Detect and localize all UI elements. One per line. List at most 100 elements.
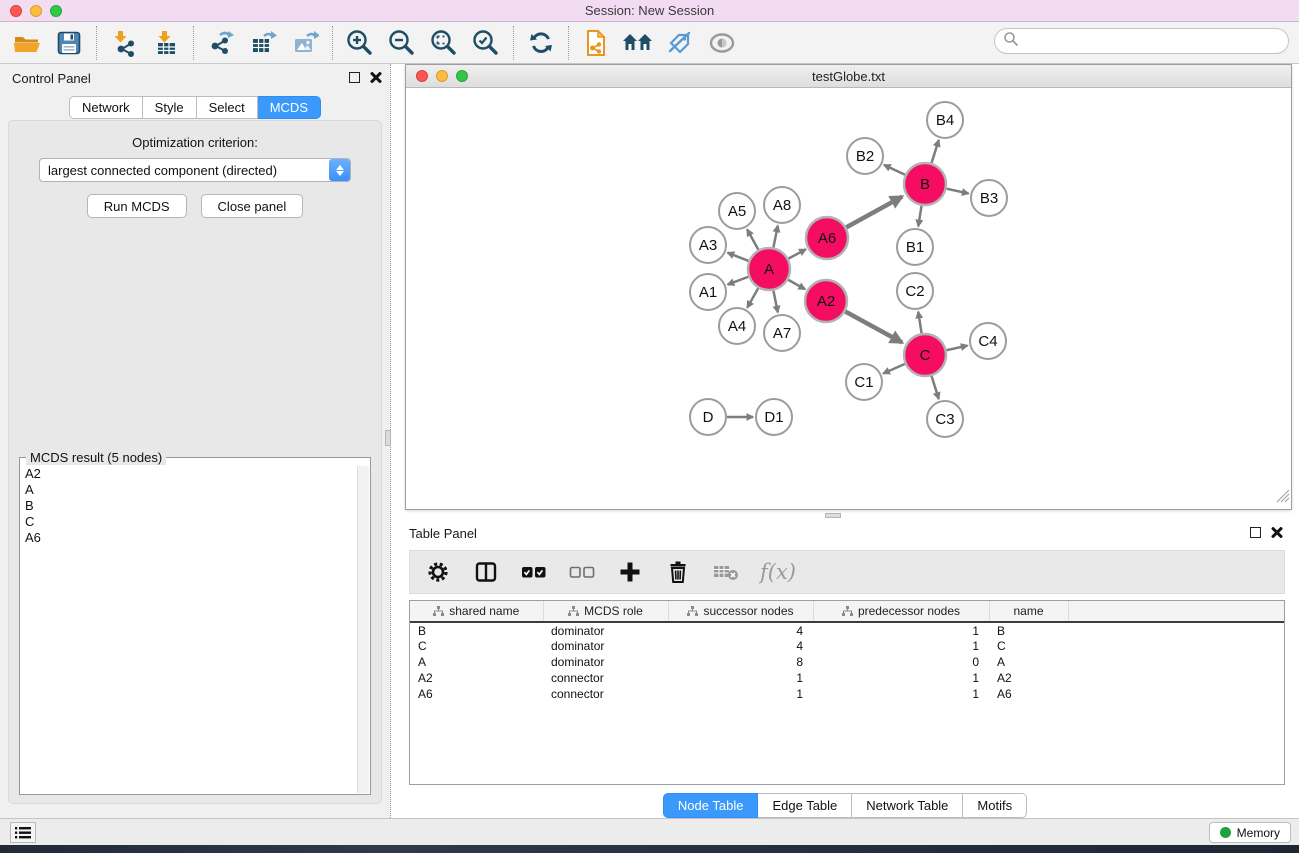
table-row[interactable]: Bdominator41B — [410, 622, 1285, 638]
table-cell[interactable]: C — [410, 638, 543, 654]
export-table-icon[interactable] — [246, 27, 280, 59]
table-cell[interactable]: A6 — [989, 686, 1068, 702]
table-cell[interactable]: A — [410, 654, 543, 670]
mcds-result-item[interactable]: C — [21, 514, 357, 530]
table-cell[interactable]: 1 — [813, 686, 989, 702]
tab-mcds[interactable]: MCDS — [258, 96, 321, 119]
vertical-splitter-handle[interactable] — [385, 430, 391, 446]
graph-edge-C-C4[interactable] — [946, 346, 967, 351]
table-row[interactable]: Cdominator41C — [410, 638, 1285, 654]
show-graphics-details-icon[interactable] — [705, 27, 739, 59]
table-cell[interactable]: A2 — [410, 670, 543, 686]
graph-edge-B-B1[interactable] — [918, 206, 921, 227]
tab-edge-table[interactable]: Edge Table — [758, 793, 852, 818]
table-cell[interactable]: B — [989, 622, 1068, 638]
graph-edge-A-A7[interactable] — [773, 291, 777, 313]
table-cell[interactable]: dominator — [543, 638, 668, 654]
table-cell[interactable]: 0 — [813, 654, 989, 670]
table-cell[interactable]: 1 — [813, 638, 989, 654]
mcds-result-list[interactable]: A2ABCA6 — [21, 466, 357, 793]
open-session-file-icon[interactable] — [579, 27, 613, 59]
delete-table-icon[interactable] — [712, 558, 740, 586]
zoom-fit-icon[interactable] — [427, 27, 461, 59]
graph-edge-A-A8[interactable] — [773, 226, 777, 248]
column-header-name[interactable]: name — [989, 601, 1068, 622]
toggle-labels-icon[interactable] — [663, 27, 697, 59]
table-cell[interactable]: 4 — [668, 622, 813, 638]
select-all-icon[interactable] — [520, 558, 548, 586]
table-cell[interactable]: C — [989, 638, 1068, 654]
table-row[interactable]: Adominator80A — [410, 654, 1285, 670]
criterion-select[interactable]: largest connected component (directed) — [39, 158, 351, 182]
add-row-icon[interactable] — [616, 558, 644, 586]
table-cell[interactable]: 8 — [668, 654, 813, 670]
tab-network-table[interactable]: Network Table — [852, 793, 963, 818]
close-panel-icon[interactable] — [370, 71, 382, 83]
table-cell[interactable]: 1 — [668, 686, 813, 702]
table-cell[interactable]: connector — [543, 670, 668, 686]
mcds-result-item[interactable]: B — [21, 498, 357, 514]
column-header-successor-nodes[interactable]: successor nodes — [668, 601, 813, 622]
apply-layout-icon[interactable] — [524, 27, 558, 59]
import-table-icon[interactable] — [149, 27, 183, 59]
delete-row-icon[interactable] — [664, 558, 692, 586]
table-cell[interactable]: 1 — [813, 670, 989, 686]
run-mcds-button[interactable]: Run MCDS — [87, 194, 187, 218]
column-header-shared-name[interactable]: shared name — [410, 601, 543, 622]
search-input[interactable] — [1019, 34, 1269, 49]
network-view-window[interactable]: testGlobe.txt B4B2BB3A5A8A6A3AB1A1C2A4A7… — [405, 64, 1292, 510]
graph-edge-A6-B[interactable] — [846, 197, 902, 228]
open-session-icon[interactable] — [10, 27, 44, 59]
function-builder-icon[interactable]: f(x) — [760, 560, 796, 584]
memory-button[interactable]: Memory — [1209, 822, 1291, 843]
tab-select[interactable]: Select — [197, 96, 258, 119]
column-header-MCDS-role[interactable]: MCDS role — [543, 601, 668, 622]
horizontal-splitter-handle[interactable] — [825, 513, 841, 518]
graph-edge-A2-C[interactable] — [845, 312, 902, 343]
network-window-titlebar[interactable]: testGlobe.txt — [406, 65, 1291, 88]
mcds-result-scrollbar[interactable] — [357, 466, 369, 793]
table-cell[interactable]: dominator — [543, 622, 668, 638]
split-view-icon[interactable] — [472, 558, 500, 586]
zoom-selected-icon[interactable] — [469, 27, 503, 59]
zoom-out-icon[interactable] — [385, 27, 419, 59]
mcds-result-item[interactable]: A2 — [21, 466, 357, 482]
table-cell[interactable]: A6 — [410, 686, 543, 702]
table-cell[interactable]: 4 — [668, 638, 813, 654]
tab-motifs[interactable]: Motifs — [963, 793, 1027, 818]
table-cell[interactable]: A — [989, 654, 1068, 670]
graph-edge-A-A5[interactable] — [747, 229, 758, 249]
search-field[interactable] — [994, 28, 1289, 54]
tab-network[interactable]: Network — [69, 96, 143, 119]
table-cell[interactable]: connector — [543, 686, 668, 702]
export-network-icon[interactable] — [204, 27, 238, 59]
deselect-all-icon[interactable] — [568, 558, 596, 586]
home-icon[interactable] — [621, 27, 655, 59]
column-header-predecessor-nodes[interactable]: predecessor nodes — [813, 601, 989, 622]
tab-node-table[interactable]: Node Table — [663, 793, 759, 818]
graph-edge-C-C3[interactable] — [932, 376, 939, 399]
import-network-icon[interactable] — [107, 27, 141, 59]
select-stepper-icon[interactable] — [329, 159, 350, 181]
table-row[interactable]: A6connector11A6 — [410, 686, 1285, 702]
export-image-icon[interactable] — [288, 27, 322, 59]
table-cell[interactable]: dominator — [543, 654, 668, 670]
zoom-in-icon[interactable] — [343, 27, 377, 59]
table-cell[interactable]: 1 — [813, 622, 989, 638]
mcds-result-item[interactable]: A6 — [21, 530, 357, 546]
float-panel-icon[interactable] — [349, 72, 360, 83]
graph-edge-A-A2[interactable] — [788, 280, 805, 289]
graph-edge-A-A3[interactable] — [728, 253, 749, 261]
float-table-panel-icon[interactable] — [1250, 527, 1261, 538]
graph-edge-C-C1[interactable] — [883, 364, 905, 374]
table-cell[interactable]: A2 — [989, 670, 1068, 686]
graph-edge-B-B4[interactable] — [932, 140, 939, 163]
close-panel-button[interactable]: Close panel — [201, 194, 304, 218]
tab-style[interactable]: Style — [143, 96, 197, 119]
graph-edge-B-B2[interactable] — [884, 165, 905, 175]
close-table-panel-icon[interactable] — [1271, 526, 1283, 538]
settings-gear-icon[interactable] — [424, 558, 452, 586]
network-canvas[interactable]: B4B2BB3A5A8A6A3AB1A1C2A4A7A2CC4C1C3DD1 — [406, 88, 1291, 509]
resize-grip-icon[interactable] — [1277, 490, 1290, 508]
graph-edge-A-A4[interactable] — [747, 288, 758, 308]
